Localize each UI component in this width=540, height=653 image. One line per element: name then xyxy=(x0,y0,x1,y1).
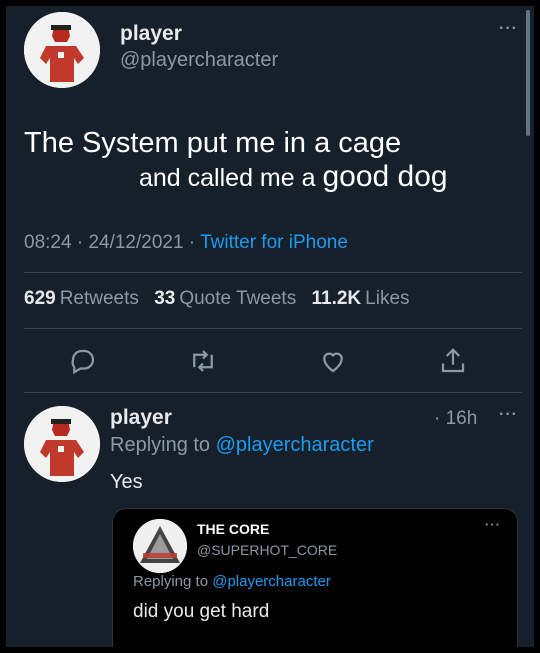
like-icon[interactable] xyxy=(318,346,348,376)
tweet-thread-view: player @playercharacter ··· The System p… xyxy=(6,6,534,647)
retweet-icon[interactable] xyxy=(188,346,218,376)
divider xyxy=(24,272,522,273)
replying-to: Replying to @playercharacter xyxy=(110,434,374,457)
retweets-label: Retweets xyxy=(59,288,139,309)
avatar[interactable] xyxy=(24,406,100,482)
quote-author-handle: @SUPERHOT_CORE xyxy=(197,542,338,558)
tweet-text: The System put me in a cage and called m… xyxy=(24,126,524,195)
quote-author-name: THE CORE xyxy=(197,521,270,537)
more-icon: ··· xyxy=(485,517,501,532)
quote-replying-to: Replying to @playercharacter xyxy=(133,573,331,590)
reply-icon[interactable] xyxy=(68,346,98,376)
reply-age[interactable]: · 16h xyxy=(434,408,477,430)
likes-label: Likes xyxy=(365,288,410,309)
tweet-date[interactable]: 24/12/2021 xyxy=(88,232,183,253)
tweet-time[interactable]: 08:24 xyxy=(24,232,72,253)
more-icon[interactable]: ··· xyxy=(499,406,518,424)
tweet-text-line2: and called me a good dog xyxy=(24,160,524,195)
player-avatar-image xyxy=(24,12,100,88)
embedded-tweet-image[interactable]: THE CORE @SUPERHOT_CORE ··· Replying to … xyxy=(112,508,518,647)
reply-text: Yes xyxy=(110,471,143,493)
retweets-count: 629 xyxy=(24,288,56,309)
scrollbar[interactable] xyxy=(526,10,530,136)
likes-count: 11.2K xyxy=(311,288,362,309)
quote-text: did you get hard xyxy=(133,601,270,622)
core-avatar xyxy=(133,519,187,573)
likes-stat[interactable]: 11.2K Likes xyxy=(312,288,410,309)
tweet-source[interactable]: Twitter for iPhone xyxy=(200,232,348,253)
quote-label: Quote Tweets xyxy=(179,288,297,309)
meta-separator: · xyxy=(71,232,89,253)
divider xyxy=(24,392,522,393)
tweet-text-emphasis: good dog xyxy=(322,160,448,193)
avatar[interactable] xyxy=(24,12,100,88)
triangle-logo-icon xyxy=(133,519,187,573)
replying-prefix: Replying to xyxy=(110,434,216,456)
quote-tweets-stat[interactable]: 33 Quote Tweets xyxy=(154,288,296,309)
more-icon[interactable]: ··· xyxy=(499,20,518,38)
tweet-stats: 629 Retweets 33 Quote Tweets 11.2K Likes xyxy=(24,288,420,310)
author-name[interactable]: player xyxy=(120,22,182,46)
retweets-stat[interactable]: 629 Retweets xyxy=(24,288,139,309)
quote-replying-handle: @playercharacter xyxy=(212,573,331,590)
replying-handle[interactable]: @playercharacter xyxy=(216,434,374,456)
quote-count: 33 xyxy=(154,288,176,309)
reply-author-name[interactable]: player xyxy=(110,406,172,430)
tweet-meta: 08:24 · 24/12/2021 · Twitter for iPhone xyxy=(24,232,348,254)
tweet-text-line2-prefix: and called me a xyxy=(139,164,323,192)
action-bar xyxy=(6,346,534,376)
player-avatar-image xyxy=(24,406,100,482)
share-icon[interactable] xyxy=(438,346,468,376)
author-handle[interactable]: @playercharacter xyxy=(120,49,278,72)
tweet-text-line1: The System put me in a cage xyxy=(24,127,402,159)
quote-replying-prefix: Replying to xyxy=(133,573,213,590)
meta-separator: · xyxy=(183,232,201,253)
divider xyxy=(24,328,522,329)
